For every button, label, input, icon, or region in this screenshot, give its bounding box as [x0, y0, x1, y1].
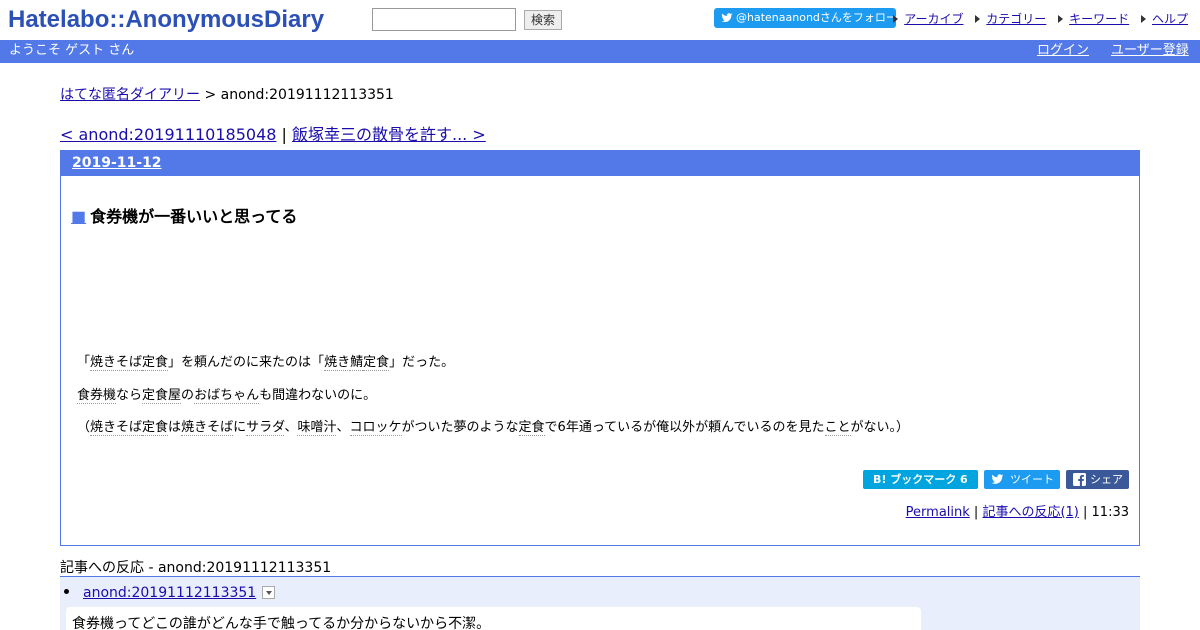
entry-body-line-1: 「焼きそば定食」を頼んだのに来たのは「焼き鯖定食」だった。	[77, 351, 455, 371]
site-logo[interactable]: Hatelabo::AnonymousDiary	[8, 5, 324, 35]
reactions-heading: 記事への反応 - anond:20191112113351	[60, 560, 332, 576]
keyword-link[interactable]: 定食	[363, 355, 390, 371]
entry-body-line-3: （焼きそば定食は焼きそばにサラダ、味噌汁、コロッケがついた夢のような定食で6年通…	[77, 416, 910, 436]
user-bar: ようこそ ゲスト さん ログイン ユーザー登録	[0, 40, 1200, 63]
breadcrumb: はてな匿名ダイアリー > anond:20191112113351	[60, 84, 394, 104]
follow-label: @hatenaanondさんをフォロー	[736, 11, 897, 24]
permalink-link[interactable]: Permalink	[906, 505, 970, 520]
entry-pager: < anond:20191110185048 | 飯塚幸三の散骨を許す... >	[60, 121, 486, 145]
keyword-link[interactable]: 味噌汁	[297, 420, 337, 436]
arrow-right-icon	[893, 15, 899, 23]
text: の	[181, 388, 195, 403]
share-label: シェア	[1090, 473, 1123, 486]
keyword-link[interactable]: 鯖	[350, 355, 364, 371]
nav-keyword[interactable]: キーワード	[1069, 12, 1129, 26]
nav-archive[interactable]: アーカイブ	[904, 12, 963, 26]
login-link[interactable]: ログイン	[1037, 40, 1089, 62]
top-nav: アーカイブ カテゴリー キーワード ヘルプ	[885, 10, 1188, 27]
text: （	[77, 420, 91, 435]
search-input[interactable]	[372, 8, 516, 31]
tweet-label: ツイート	[1010, 473, 1054, 486]
entry-footer: Permalink | 記事への反応(1) | 11:33	[906, 501, 1129, 520]
footer-separator: |	[1078, 505, 1092, 520]
text: 」だった。	[389, 355, 455, 370]
keyword-link[interactable]: 焼きそば	[90, 420, 143, 436]
facebook-icon	[1073, 473, 1086, 486]
text: で6年通っているが俺以外が頼んでいるのを見た	[544, 420, 825, 435]
entry-box: 2019-11-12 ■ 食券機が一番いいと思ってる 「焼きそば定食」を頼んだのに…	[60, 150, 1140, 546]
nav-help[interactable]: ヘルプ	[1152, 12, 1188, 26]
reactions-link[interactable]: 記事への反応(1)	[982, 505, 1078, 520]
keyword-link[interactable]: おばちゃん	[194, 388, 260, 404]
keyword-link[interactable]: サラダ	[246, 420, 285, 436]
text: 、	[336, 420, 350, 435]
next-entry-link[interactable]: 飯塚幸三の散骨を許す... >	[292, 125, 486, 144]
text: 「	[77, 355, 91, 370]
arrow-right-icon	[1140, 15, 1146, 23]
entry-date-bar: 2019-11-12	[61, 151, 1139, 176]
twitter-follow-button[interactable]: @hatenaanondさんをフォロー	[714, 8, 897, 28]
keyword-link[interactable]: コロッケ	[349, 420, 402, 436]
footer-separator: |	[969, 505, 983, 520]
prev-entry-link[interactable]: < anond:20191110185048	[60, 125, 276, 144]
entry-body-line-2: 食券機なら定食屋のおばちゃんも間違わないのに。	[77, 384, 377, 404]
keyword-link[interactable]: 焼きそば	[90, 355, 143, 371]
chevron-down-icon[interactable]	[262, 586, 276, 599]
breadcrumb-current: anond:20191112113351	[220, 87, 394, 103]
reactions-list: anond:20191112113351 食券機ってどこの誰がどんな手で触ってる…	[60, 576, 1140, 630]
text: がない。）	[850, 420, 910, 435]
keyword-link[interactable]: 食券機	[77, 388, 117, 404]
welcome-text: ようこそ ゲスト さん	[9, 43, 135, 58]
text: に	[233, 420, 247, 435]
register-link[interactable]: ユーザー登録	[1111, 40, 1189, 62]
breadcrumb-home[interactable]: はてな匿名ダイアリー	[60, 87, 200, 103]
facebook-share-button[interactable]: シェア	[1066, 470, 1129, 489]
keyword-link[interactable]: 定食	[142, 420, 169, 436]
entry-date-link[interactable]: 2019-11-12	[72, 155, 162, 171]
bullet-icon	[64, 589, 69, 594]
keyword-link[interactable]: こと	[824, 420, 851, 436]
entry-square-link[interactable]: ■	[71, 207, 86, 226]
arrow-right-icon	[1058, 15, 1064, 23]
text: がついた夢のような	[401, 420, 519, 435]
keyword-link[interactable]: 定食屋	[142, 388, 182, 404]
search-button[interactable]: 検索	[524, 10, 562, 30]
reaction-entry-link[interactable]: anond:20191112113351	[83, 585, 256, 601]
entry-time: 11:33	[1091, 505, 1129, 520]
list-item: anond:20191112113351	[64, 585, 276, 601]
text: 、	[284, 420, 298, 435]
text: 」を頼んだのに来たのは「	[168, 355, 325, 370]
keyword-link[interactable]: 焼き	[324, 355, 351, 371]
text: も間違わないのに。	[259, 388, 377, 403]
twitter-bird-icon	[721, 13, 733, 23]
pager-separator: |	[276, 125, 292, 144]
tweet-button[interactable]: ツイート	[984, 470, 1060, 489]
keyword-link[interactable]: 焼きそば	[181, 420, 234, 436]
entry-title: ■ 食券機が一番いいと思ってる	[71, 203, 297, 227]
site-header: Hatelabo::AnonymousDiary 検索 @hatenaanond…	[0, 0, 1200, 40]
reaction-comment: 食券機ってどこの誰がどんな手で触ってるか分からないから不潔。	[66, 607, 921, 630]
twitter-bird-icon	[991, 474, 1004, 484]
keyword-link[interactable]: 定食	[142, 355, 169, 371]
text: なら	[116, 388, 143, 403]
hatena-bookmark-button[interactable]: B! ブックマーク 6	[863, 470, 978, 489]
breadcrumb-separator: >	[200, 87, 221, 103]
arrow-right-icon	[975, 15, 981, 23]
nav-category[interactable]: カテゴリー	[986, 12, 1046, 26]
text: は	[168, 420, 182, 435]
entry-title-text: 食券機が一番いいと思ってる	[90, 207, 298, 226]
keyword-link[interactable]: 定食	[518, 420, 545, 436]
